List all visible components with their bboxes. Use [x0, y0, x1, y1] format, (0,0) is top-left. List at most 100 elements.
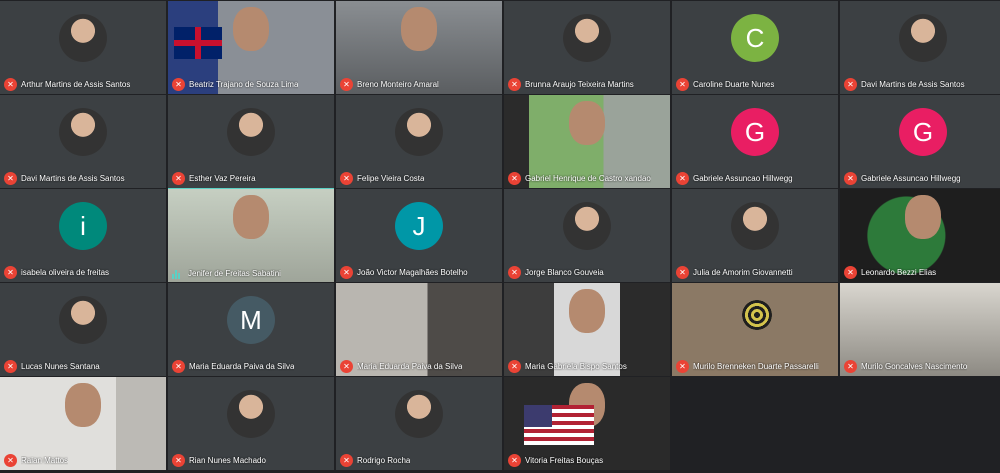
participant-name-bar: ✕ isabela oliveira de freitas — [4, 266, 162, 279]
participant-name-bar: ✕ Julia de Amorim Giovannetti — [676, 266, 834, 279]
participant-tile[interactable]: Jenifer de Freitas Sabatini — [168, 188, 334, 282]
mic-muted-icon: ✕ — [340, 360, 353, 373]
participant-name: Jenifer de Freitas Sabatini — [188, 268, 281, 278]
participant-name: João Victor Magalhães Botelho — [357, 268, 468, 277]
mic-muted-icon: ✕ — [508, 266, 521, 279]
participant-name-bar: ✕ Beatriz Trajano de Souza Lima — [172, 78, 330, 91]
participant-name: Esther Vaz Pereira — [189, 174, 256, 183]
participant-avatar — [59, 296, 107, 345]
participant-name-bar: ✕ Davi Martins de Assis Santos — [4, 172, 162, 185]
participant-name-bar: ✕ Maria Gabriela Bispo Santos — [508, 360, 666, 373]
mic-muted-icon: ✕ — [676, 360, 689, 373]
participant-tile[interactable]: ✕ Murilo Goncalves Nascimento — [840, 282, 1000, 376]
participant-name-bar: ✕ Rian Nunes Machado — [172, 454, 330, 467]
participant-name-bar: ✕ Arthur Martins de Assis Santos — [4, 78, 162, 91]
participant-name-bar: ✕ Breno Monteiro Amaral — [340, 78, 498, 91]
participant-name-bar: ✕ Esther Vaz Pereira — [172, 172, 330, 185]
participant-avatar: J — [395, 202, 443, 251]
mic-muted-icon: ✕ — [508, 454, 521, 467]
participant-tile[interactable]: ✕ Murilo Brenneken Duarte Passarelli — [672, 282, 838, 376]
participant-name-bar: ✕ Murilo Goncalves Nascimento — [844, 360, 1000, 373]
participant-avatar — [395, 390, 443, 439]
participant-tile[interactable]: ✕ Esther Vaz Pereira — [168, 94, 334, 188]
participant-avatar — [59, 14, 107, 63]
mic-muted-icon: ✕ — [508, 172, 521, 185]
participant-name: Brunna Araujo Teixeira Martins — [525, 80, 634, 89]
participant-name-bar: ✕ Caroline Duarte Nunes — [676, 78, 834, 91]
participant-name: Davi Martins de Assis Santos — [861, 80, 965, 89]
participant-tile[interactable]: ✕ Davi Martins de Assis Santos — [840, 0, 1000, 94]
participant-tile[interactable]: ✕ Gabriel Henrique de Castro xandao — [504, 94, 670, 188]
participant-tile[interactable]: ✕ Breno Monteiro Amaral — [336, 0, 502, 94]
participant-name: isabela oliveira de freitas — [21, 268, 110, 277]
participant-tile[interactable]: i ✕ isabela oliveira de freitas — [0, 188, 166, 282]
participant-name: Gabriele Assuncao Hillwegg — [861, 174, 961, 183]
participant-name: Raian Mattos — [21, 456, 69, 465]
participant-tile[interactable]: ✕ Rodrigo Rocha — [336, 376, 502, 470]
mic-muted-icon: ✕ — [844, 172, 857, 185]
empty-cell — [840, 376, 1000, 470]
participant-tile[interactable]: ✕ Maria Eduarda Paiva da Silva — [336, 282, 502, 376]
participant-name-bar: ✕ Rodrigo Rocha — [340, 454, 498, 467]
participant-name-bar: Jenifer de Freitas Sabatini — [172, 267, 330, 279]
participant-name: Leonardo Bezzi Elias — [861, 268, 937, 277]
mic-muted-icon: ✕ — [340, 172, 353, 185]
mic-muted-icon: ✕ — [844, 266, 857, 279]
mic-muted-icon: ✕ — [676, 172, 689, 185]
participant-name: Lucas Nunes Santana — [21, 362, 100, 371]
participant-name: Breno Monteiro Amaral — [357, 80, 439, 89]
participant-avatar: M — [227, 296, 275, 345]
participant-name: Davi Martins de Assis Santos — [21, 174, 125, 183]
participant-name: Murilo Brenneken Duarte Passarelli — [693, 362, 819, 371]
participant-tile[interactable]: M ✕ Maria Eduarda Paiva da Silva — [168, 282, 334, 376]
participant-tile[interactable]: ✕ Lucas Nunes Santana — [0, 282, 166, 376]
participant-name-bar: ✕ Murilo Brenneken Duarte Passarelli — [676, 360, 834, 373]
participant-avatar: G — [731, 108, 779, 157]
participant-name: Julia de Amorim Giovannetti — [693, 268, 793, 277]
participant-name: Gabriele Assuncao Hillwegg — [693, 174, 793, 183]
participant-tile[interactable]: G ✕ Gabriele Assuncao Hillwegg — [672, 94, 838, 188]
participant-name: Beatriz Trajano de Souza Lima — [189, 80, 299, 89]
mic-muted-icon: ✕ — [340, 78, 353, 91]
participant-tile[interactable]: ✕ Julia de Amorim Giovannetti — [672, 188, 838, 282]
participant-avatar: i — [59, 202, 107, 251]
participant-name-bar: ✕ Jorge Blanco Gouveia — [508, 266, 666, 279]
mic-muted-icon: ✕ — [172, 172, 185, 185]
mic-muted-icon: ✕ — [340, 454, 353, 467]
participant-tile[interactable]: ✕ Brunna Araujo Teixeira Martins — [504, 0, 670, 94]
participant-name: Maria Gabriela Bispo Santos — [525, 362, 627, 371]
participant-name-bar: ✕ Gabriele Assuncao Hillwegg — [844, 172, 1000, 185]
mic-muted-icon: ✕ — [172, 454, 185, 467]
participant-tile[interactable]: J ✕ João Victor Magalhães Botelho — [336, 188, 502, 282]
participant-tile[interactable]: ✕ Jorge Blanco Gouveia — [504, 188, 670, 282]
participant-name: Rian Nunes Machado — [189, 456, 266, 465]
participant-tile[interactable]: C ✕ Caroline Duarte Nunes — [672, 0, 838, 94]
participant-name-bar: ✕ Lucas Nunes Santana — [4, 360, 162, 373]
participant-name-bar: ✕ Vitoria Freitas Bouças — [508, 454, 666, 467]
participant-tile[interactable]: ✕ Rian Nunes Machado — [168, 376, 334, 470]
participant-avatar — [899, 14, 947, 63]
mic-muted-icon: ✕ — [676, 78, 689, 91]
participant-tile[interactable]: G ✕ Gabriele Assuncao Hillwegg — [840, 94, 1000, 188]
mic-muted-icon: ✕ — [4, 360, 17, 373]
participant-name: Maria Eduarda Paiva da Silva — [357, 362, 463, 371]
participant-tile[interactable]: ✕ Raian Mattos — [0, 376, 166, 470]
participant-tile[interactable]: ✕ Vitoria Freitas Bouças — [504, 376, 670, 470]
participant-name: Arthur Martins de Assis Santos — [21, 80, 131, 89]
mic-muted-icon: ✕ — [844, 78, 857, 91]
participant-tile[interactable]: ✕ Maria Gabriela Bispo Santos — [504, 282, 670, 376]
mic-muted-icon: ✕ — [340, 266, 353, 279]
participant-grid: ✕ Arthur Martins de Assis Santos ✕ Beatriz … — [0, 0, 1000, 473]
participant-tile[interactable]: ✕ Felipe Vieira Costa — [336, 94, 502, 188]
participant-name-bar: ✕ Maria Eduarda Paiva da Silva — [172, 360, 330, 373]
participant-tile[interactable]: ✕ Davi Martins de Assis Santos — [0, 94, 166, 188]
participant-name-bar: ✕ Brunna Araujo Teixeira Martins — [508, 78, 666, 91]
participant-tile[interactable]: ✕ Beatriz Trajano de Souza Lima — [168, 0, 334, 94]
participant-name-bar: ✕ Leonardo Bezzi Elias — [844, 266, 1000, 279]
participant-name-bar: ✕ Gabriel Henrique de Castro xandao — [508, 172, 666, 185]
mic-muted-icon: ✕ — [172, 78, 185, 91]
mic-muted-icon: ✕ — [508, 78, 521, 91]
participant-name: Murilo Goncalves Nascimento — [861, 362, 968, 371]
participant-tile[interactable]: ✕ Leonardo Bezzi Elias — [840, 188, 1000, 282]
participant-tile[interactable]: ✕ Arthur Martins de Assis Santos — [0, 0, 166, 94]
